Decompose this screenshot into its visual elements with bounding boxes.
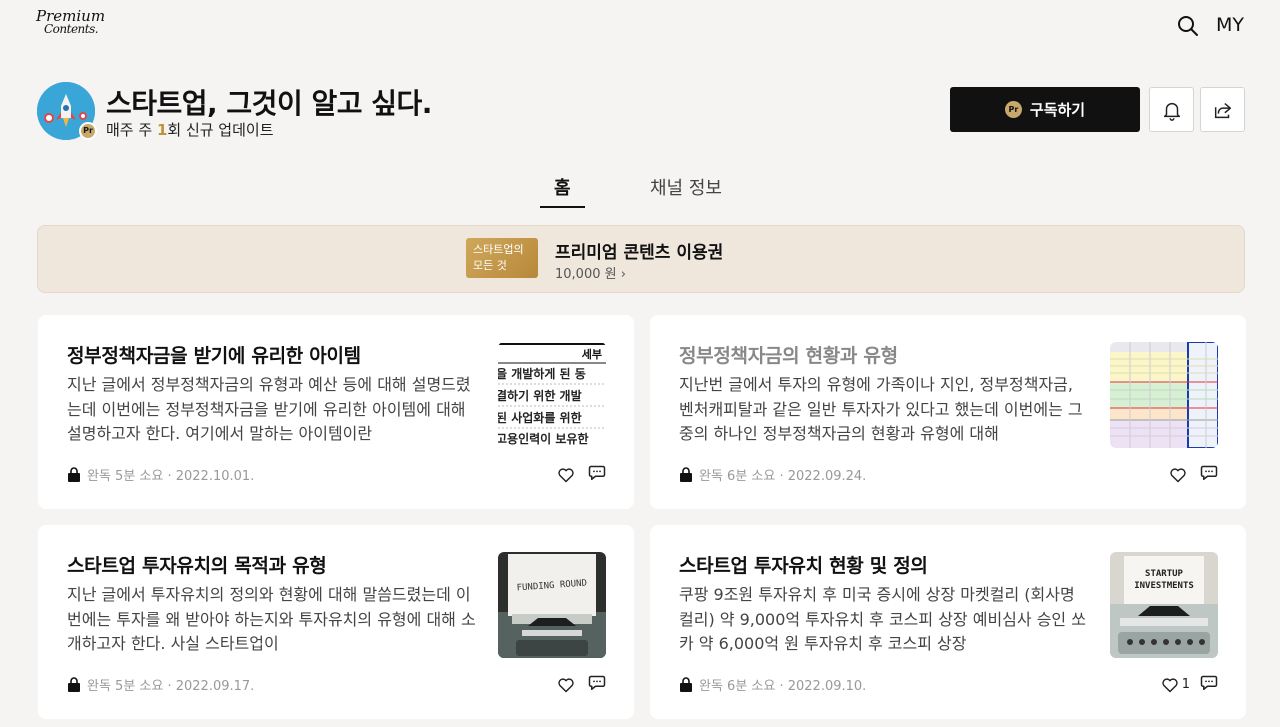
thumb-caption: INVESTMENTS	[1134, 581, 1194, 591]
heart-icon	[558, 677, 574, 692]
post-meta-text: 완독 5분 소요 · 2022.09.17.	[87, 679, 255, 694]
notification-button[interactable]	[1149, 87, 1194, 132]
heart-icon	[558, 467, 574, 482]
like-button[interactable]	[557, 467, 578, 483]
like-button[interactable]	[1169, 467, 1190, 483]
post-excerpt: 지난 글에서 정부정책자금의 유형과 예산 등에 대해 설명드렸는데 이번에는 …	[67, 375, 471, 443]
post-card[interactable]: 정부정책자금의 현황과 유형 지난번 글에서 투자의 유형에 가족이나 지인, …	[650, 315, 1246, 509]
banner-thumb-text-2: 모든 것	[473, 259, 507, 272]
tab-channel-info[interactable]: 채널 정보	[650, 174, 722, 200]
post-title: 정부정책자금의 현황과 유형	[679, 345, 898, 367]
tab-home[interactable]: 홈	[554, 174, 571, 200]
post-meta: 완독 6분 소요 · 2022.09.24.	[679, 465, 866, 484]
thumb-text-line: 결하기 위한 개발	[498, 388, 582, 403]
my-menu-link[interactable]: MY	[1216, 14, 1244, 36]
top-bar: Premium Contents. MY	[0, 0, 1280, 56]
update-prefix: 매주 주	[106, 121, 157, 139]
comment-icon	[1200, 675, 1218, 690]
post-actions	[557, 464, 606, 485]
comment-icon	[588, 465, 606, 480]
share-button[interactable]	[1200, 87, 1245, 132]
post-meta-text: 완독 6분 소요 · 2022.09.24.	[699, 469, 867, 484]
channel-update-frequency: 매주 주 1회 신규 업데이트	[106, 119, 274, 140]
post-title: 스타트업 투자유치의 목적과 유형	[67, 555, 327, 577]
premium-badge-icon: Pr	[1004, 101, 1022, 118]
thumb-text-line: 세부	[582, 347, 602, 361]
post-title: 스타트업 투자유치 현황 및 정의	[679, 555, 928, 577]
thumb-text-line: 고용인력이 보유한	[498, 431, 589, 446]
thumb-caption: STARTUP	[1145, 569, 1184, 579]
post-actions: 1	[1161, 674, 1218, 695]
post-actions	[1169, 464, 1218, 485]
post-card[interactable]: 스타트업 투자유치 현황 및 정의 쿠팡 9조원 투자유치 후 미국 증시에 상…	[650, 525, 1246, 719]
post-meta: 완독 6분 소요 · 2022.09.10.	[679, 675, 866, 694]
post-meta-text: 완독 5분 소요 · 2022.10.01.	[87, 469, 255, 484]
post-meta: 완독 5분 소요 · 2022.10.01.	[67, 465, 254, 484]
comment-button[interactable]	[588, 464, 606, 485]
post-thumbnail	[1110, 342, 1218, 448]
banner-title: 프리미엄 콘텐츠 이용권	[555, 243, 724, 263]
comment-icon	[1200, 465, 1218, 480]
post-card[interactable]: 정부정책자금을 받기에 유리한 아이템 지난 글에서 정부정책자금의 유형과 예…	[38, 315, 634, 509]
lock-icon	[680, 467, 692, 482]
post-thumbnail: 세부 을 개발하게 된 동 결하기 위한 개발 된 사업화를 위한 고용인력이 …	[498, 342, 606, 448]
logo-line-2: Contents.	[44, 22, 99, 36]
post-card[interactable]: 스타트업 투자유치의 목적과 유형 지난 글에서 투자유치의 정의와 현황에 대…	[38, 525, 634, 719]
thumb-text-line: 된 사업화를 위한	[498, 410, 582, 425]
heart-icon	[1170, 467, 1186, 482]
like-count: 1	[1181, 677, 1190, 692]
comment-button[interactable]	[1200, 674, 1218, 695]
premium-badge: Pr	[79, 122, 97, 140]
lock-icon	[68, 467, 80, 482]
post-excerpt: 쿠팡 9조원 투자유치 후 미국 증시에 상장 마켓컬리 (회사명 컬리) 약 …	[679, 585, 1086, 653]
post-excerpt: 지난번 글에서 투자의 유형에 가족이나 지인, 정부정책자금, 벤처캐피탈과 …	[679, 375, 1083, 443]
banner-thumb-text-1: 스타트업의	[473, 243, 524, 256]
like-button[interactable]: 1	[1161, 677, 1190, 693]
update-count: 1	[156, 121, 168, 139]
comment-icon	[588, 675, 606, 690]
subscribe-label: 구독하기	[1029, 101, 1086, 119]
active-tab-indicator	[540, 206, 585, 208]
bell-icon	[1163, 102, 1180, 121]
post-meta-text: 완독 6분 소요 · 2022.09.10.	[699, 679, 867, 694]
post-thumbnail: STARTUP INVESTMENTS	[1110, 552, 1218, 658]
update-suffix: 회 신규 업데이트	[167, 121, 274, 139]
post-excerpt: 지난 글에서 투자유치의 정의와 현황에 대해 말씀드렸는데 이번에는 투자를 …	[67, 585, 476, 653]
post-actions	[557, 674, 606, 695]
premium-contents-logo[interactable]: Premium Contents.	[36, 9, 105, 36]
banner-thumbnail: 스타트업의 모든 것	[466, 238, 538, 278]
post-meta: 완독 5분 소요 · 2022.09.17.	[67, 675, 254, 694]
comment-button[interactable]	[588, 674, 606, 695]
lock-icon	[680, 677, 692, 692]
post-title: 정부정책자금을 받기에 유리한 아이템	[67, 345, 361, 367]
comment-button[interactable]	[1200, 464, 1218, 485]
channel-avatar: Pr	[37, 82, 97, 140]
lock-icon	[68, 677, 80, 692]
like-button[interactable]	[557, 677, 578, 693]
share-icon	[1214, 102, 1231, 118]
channel-title: 스타트업, 그것이 알고 싶다.	[106, 87, 432, 120]
banner-price: 10,000 원 ›	[555, 267, 626, 282]
post-thumbnail: FUNDING ROUND	[498, 552, 606, 658]
search-icon[interactable]	[1176, 14, 1200, 38]
thumb-text-line: 을 개발하게 된 동	[498, 366, 586, 381]
premium-pass-banner[interactable]: 스타트업의 모든 것 프리미엄 콘텐츠 이용권 10,000 원 ›	[37, 225, 1245, 293]
heart-icon	[1162, 677, 1178, 692]
subscribe-button[interactable]: Pr 구독하기	[950, 87, 1140, 132]
